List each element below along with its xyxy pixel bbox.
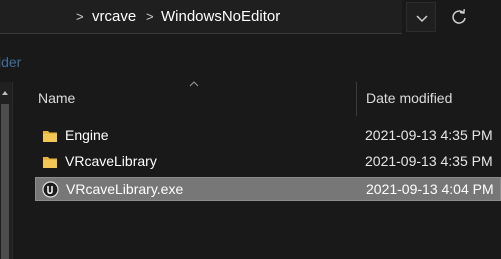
scroll-up-arrow-icon[interactable] xyxy=(0,88,10,98)
file-row-vrcavelibrary-exe[interactable]: VRcaveLibrary.exe 2021-09-13 4:04 PM xyxy=(35,177,501,201)
column-header-name[interactable]: Name xyxy=(38,90,75,106)
breadcrumb-separator: > xyxy=(146,9,154,24)
folder-icon xyxy=(43,157,57,168)
refresh-button[interactable] xyxy=(438,0,478,34)
file-name: VRcaveLibrary.exe xyxy=(66,181,184,197)
breadcrumb-item-windowsnoeditor[interactable]: WindowsNoEditor xyxy=(161,8,280,25)
file-row-vrcavelibrary[interactable]: VRcaveLibrary 2021-09-13 4:35 PM xyxy=(35,150,501,174)
file-row-engine[interactable]: Engine 2021-09-13 4:35 PM xyxy=(35,124,501,148)
file-date: 2021-09-13 4:35 PM xyxy=(365,127,493,143)
chevron-down-icon xyxy=(416,15,428,23)
breadcrumb-separator: > xyxy=(76,9,84,24)
file-name: VRcaveLibrary xyxy=(65,153,157,169)
navigation-scrollbar-thumb[interactable] xyxy=(1,104,9,259)
file-date: 2021-09-13 4:35 PM xyxy=(365,153,493,169)
refresh-icon xyxy=(452,9,466,24)
column-divider[interactable] xyxy=(356,82,357,116)
pane-divider[interactable] xyxy=(12,82,13,259)
unreal-app-icon xyxy=(42,181,59,198)
folder-icon xyxy=(43,131,57,142)
sort-ascending-icon xyxy=(189,81,199,87)
address-dropdown-button[interactable] xyxy=(406,2,436,32)
command-bar xyxy=(0,40,501,82)
file-date: 2021-09-13 4:04 PM xyxy=(366,181,494,197)
breadcrumb-item-vrcave[interactable]: vrcave xyxy=(92,8,136,25)
command-bar-text[interactable]: lder xyxy=(0,54,21,70)
column-header-date-modified[interactable]: Date modified xyxy=(366,90,452,106)
file-name: Engine xyxy=(65,127,109,143)
